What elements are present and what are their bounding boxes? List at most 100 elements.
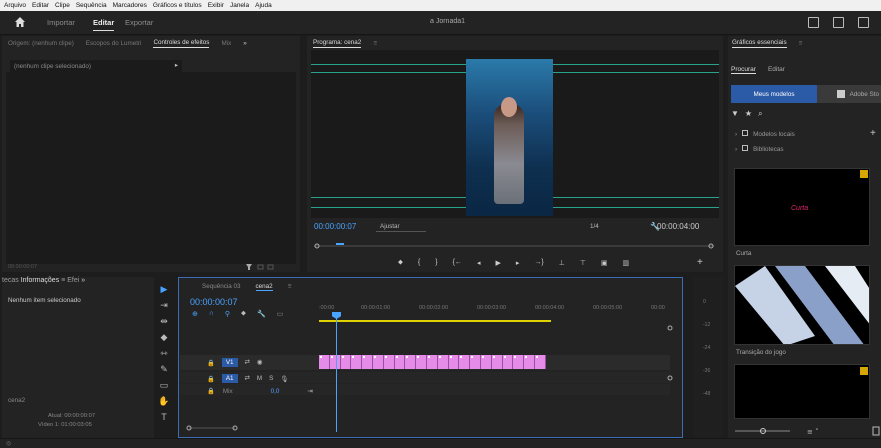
menu-icon[interactable]: ≡ [288, 283, 292, 291]
tab-lumetri-scopes[interactable]: Escopos do Lumetri [86, 40, 142, 47]
tab-libraries[interactable]: tecas [2, 277, 19, 284]
comparison-icon[interactable]: ▥ [623, 259, 630, 267]
mix-value[interactable]: 0,0 [271, 388, 280, 395]
menu-editar[interactable]: Editar [32, 2, 49, 9]
captions-icon[interactable]: ▭ [277, 310, 284, 318]
sync-icon[interactable]: ⇄ [245, 375, 250, 382]
tab-effect-controls[interactable]: Controles de efeitos [153, 39, 210, 48]
pen-icon[interactable]: ✎ [160, 364, 168, 375]
add-button-icon[interactable]: + [697, 257, 703, 268]
menu-sequencia[interactable]: Sequência [76, 2, 107, 9]
snap-icon[interactable]: ∩ [209, 310, 214, 318]
type-tool-icon[interactable]: T [161, 412, 167, 422]
play-icon[interactable]: ▶ [495, 259, 500, 267]
menu-marcadores[interactable]: Marcadores [113, 2, 147, 9]
lift-icon[interactable]: ⊥ [559, 259, 565, 267]
go-to-in-icon[interactable]: {← [453, 259, 462, 267]
tab-essential-graphics[interactable]: Gráficos essenciais [732, 39, 787, 48]
menu-clipe[interactable]: Clipe [55, 2, 70, 9]
linked-selection-icon[interactable]: ⚲ [225, 310, 230, 318]
tab-mix[interactable]: Mix [221, 40, 231, 47]
extract-icon[interactable]: ⊤ [580, 259, 586, 267]
home-icon[interactable] [14, 16, 26, 28]
template-card-third[interactable] [734, 364, 870, 419]
timeline-vertical-scroll[interactable] [666, 318, 674, 428]
playhead[interactable] [336, 312, 337, 432]
tab-effects[interactable]: Efei [67, 277, 79, 284]
hand-icon[interactable]: ✋ [158, 396, 169, 407]
menu-ajuda[interactable]: Ajuda [255, 2, 272, 9]
video-clip[interactable] [480, 355, 492, 369]
add-folder-icon[interactable]: + [870, 128, 876, 139]
video-clip[interactable] [372, 355, 384, 369]
tab-sequence-03[interactable]: Sequência 03 [202, 283, 241, 291]
video-clip[interactable] [470, 355, 481, 369]
tab-source[interactable]: Origem: (nenhum clipe) [8, 40, 74, 47]
video-clip[interactable] [459, 355, 471, 369]
lock-icon[interactable]: 🔒 [207, 387, 215, 395]
video-clip[interactable] [383, 355, 395, 369]
step-forward-icon[interactable]: ▸ [516, 259, 520, 267]
menu-exibir[interactable]: Exibir [208, 2, 224, 9]
video-clip[interactable] [513, 355, 525, 369]
mute-button[interactable]: M [257, 375, 262, 382]
skip-to-end-icon[interactable]: ⇥ [307, 388, 312, 395]
timeline-zoom-scroll[interactable] [186, 424, 246, 432]
lib-local-templates[interactable]: › Modelos locais [735, 130, 795, 138]
video-clip[interactable] [405, 355, 417, 369]
lock-icon[interactable]: 🔒 [207, 359, 215, 367]
video-clip[interactable] [502, 355, 514, 369]
menu-janela[interactable]: Janela [230, 2, 249, 9]
solo-button[interactable]: S [269, 375, 273, 382]
video-clip[interactable] [534, 355, 546, 369]
adobe-stock-button[interactable]: Adobe Sto [817, 85, 881, 103]
mic-icon[interactable]: 🎙 [280, 375, 288, 383]
rectangle-icon[interactable]: ▭ [160, 380, 169, 391]
go-to-out-icon[interactable]: →} [534, 259, 543, 267]
menu-arquivo[interactable]: Arquivo [4, 2, 26, 9]
camera-icon[interactable]: ▣ [601, 259, 608, 267]
video-clip[interactable] [416, 355, 427, 369]
work-area-bar[interactable] [319, 320, 551, 322]
video-clip[interactable] [340, 355, 352, 369]
tab-edit[interactable]: Editar [768, 66, 785, 74]
filter-icons[interactable] [246, 263, 276, 271]
video-clip[interactable] [437, 355, 449, 369]
menu-icon[interactable]: ≡ [799, 40, 803, 47]
tab-cena2[interactable]: cena2 [255, 283, 273, 291]
filter-icon[interactable]: ▼ [731, 109, 739, 121]
a1-target[interactable]: A1 [221, 374, 238, 383]
program-timecode[interactable]: 00:00:00:07 [314, 222, 356, 231]
eg-zoom-slider[interactable]: ≡ ˅ [735, 426, 880, 436]
share-icon[interactable] [833, 17, 844, 28]
eye-icon[interactable]: ◉ [257, 359, 263, 366]
step-back-icon[interactable]: ◂ [477, 259, 481, 267]
search-icon[interactable]: ⌕ [758, 109, 762, 121]
template-card-transition[interactable] [734, 265, 870, 345]
selection-tool-icon[interactable]: ▶ [161, 284, 168, 295]
track-select-icon[interactable]: ⇥ [160, 300, 168, 311]
mark-in-icon[interactable]: { [418, 259, 420, 267]
ripple-edit-icon[interactable]: ⇹ [160, 316, 168, 327]
template-card-curta[interactable]: Curta [734, 168, 870, 246]
more-tabs-icon[interactable]: » [243, 40, 247, 47]
more-tabs-icon[interactable]: » [81, 277, 85, 284]
video-clip[interactable] [524, 355, 535, 369]
quick-export-icon[interactable] [808, 17, 819, 28]
tab-program[interactable]: Programa: cena2 [313, 39, 362, 48]
add-marker-icon[interactable]: ⬥ [241, 310, 246, 318]
fit-dropdown[interactable]: Ajustar [380, 223, 400, 230]
video-clip[interactable] [362, 355, 373, 369]
sequence-timecode[interactable]: 00:00:00:07 [190, 297, 238, 307]
video-clip[interactable] [426, 355, 438, 369]
video-clip[interactable] [351, 355, 363, 369]
v1-target[interactable]: V1 [221, 358, 238, 367]
mark-out-icon[interactable]: } [435, 259, 437, 267]
razor-icon[interactable]: ◆ [161, 332, 168, 343]
star-icon[interactable]: ★ [745, 109, 752, 121]
menu-icon[interactable]: ≡ [61, 277, 65, 284]
tab-browse[interactable]: Procurar [731, 66, 756, 74]
marker-icon[interactable]: ⬥ [398, 259, 403, 267]
slip-icon[interactable]: ⇿ [160, 348, 168, 359]
workspace-export[interactable]: Exportar [125, 18, 153, 27]
